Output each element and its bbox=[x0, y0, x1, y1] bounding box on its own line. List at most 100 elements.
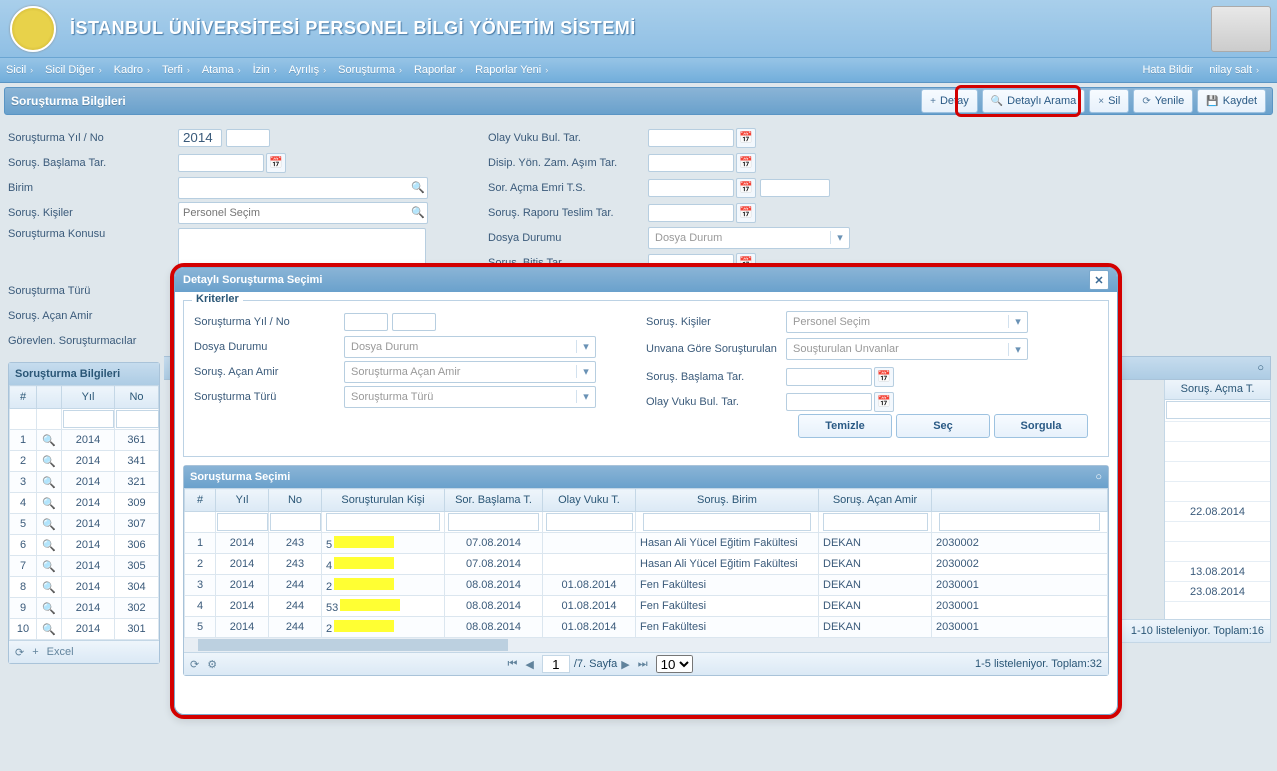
filter-kisi[interactable] bbox=[326, 513, 440, 531]
calendar-icon[interactable]: 📅 bbox=[266, 153, 286, 173]
soracma-date-input[interactable] bbox=[648, 179, 734, 197]
people-input[interactable] bbox=[179, 205, 409, 221]
menu-raporlar[interactable]: Raporlar› bbox=[414, 64, 469, 76]
table-row[interactable]: 10🔍2014301 bbox=[10, 619, 159, 640]
people-lookup[interactable]: 🔍 bbox=[178, 202, 428, 224]
row-search-icon[interactable]: 🔍 bbox=[37, 556, 62, 577]
page-size-select[interactable]: 10 bbox=[656, 655, 693, 673]
chevron-down-icon[interactable]: ▾ bbox=[830, 231, 849, 244]
modal-close-button[interactable]: ✕ bbox=[1089, 270, 1109, 290]
disip-date-input[interactable] bbox=[648, 154, 734, 172]
refresh-icon[interactable]: ⟳ bbox=[190, 658, 199, 671]
chevron-down-icon[interactable]: ▾ bbox=[576, 390, 595, 403]
menu-raporlar-yeni[interactable]: Raporlar Yeni› bbox=[475, 64, 554, 76]
row-search-icon[interactable]: 🔍 bbox=[37, 598, 62, 619]
modal-kisiler-combo[interactable]: Personel Seçim▾ bbox=[786, 311, 1028, 333]
refresh-icon[interactable]: ⟳ bbox=[15, 646, 24, 659]
modal-unvan-combo[interactable]: Souşturulan Unvanlar▾ bbox=[786, 338, 1028, 360]
plus-icon[interactable]: + bbox=[32, 646, 38, 658]
filter-birim[interactable] bbox=[643, 513, 811, 531]
chevron-down-icon[interactable]: ▾ bbox=[1008, 315, 1027, 328]
row-search-icon[interactable]: 🔍 bbox=[37, 493, 62, 514]
row-search-icon[interactable]: 🔍 bbox=[37, 577, 62, 598]
modal-type-combo[interactable]: Soruşturma Türü▾ bbox=[344, 386, 596, 408]
excel-export[interactable]: Excel bbox=[47, 646, 74, 658]
unit-input[interactable] bbox=[179, 180, 409, 196]
menu-sicil[interactable]: Sicil› bbox=[6, 64, 39, 76]
row-search-icon[interactable]: 🔍 bbox=[37, 430, 62, 451]
search-icon[interactable]: 🔍 bbox=[409, 206, 427, 219]
row-search-icon[interactable]: 🔍 bbox=[37, 535, 62, 556]
row-search-icon[interactable]: 🔍 bbox=[37, 472, 62, 493]
table-row[interactable]: 22014243407.08.2014Hasan Ali Yücel Eğiti… bbox=[185, 554, 1108, 575]
collapse-icon[interactable]: ○ bbox=[1095, 471, 1102, 483]
unit-lookup[interactable]: 🔍 bbox=[178, 177, 428, 199]
menu-kadro[interactable]: Kadro› bbox=[114, 64, 156, 76]
row-search-icon[interactable]: 🔍 bbox=[37, 514, 62, 535]
filter-soracma[interactable] bbox=[1166, 401, 1271, 419]
first-page-icon[interactable]: ⏮ bbox=[507, 658, 517, 671]
modal-dosya-combo[interactable]: Dosya Durum▾ bbox=[344, 336, 596, 358]
calendar-icon[interactable]: 📅 bbox=[874, 367, 894, 387]
menu-atama[interactable]: Atama› bbox=[202, 64, 247, 76]
row-search-icon[interactable]: 🔍 bbox=[37, 451, 62, 472]
clear-button[interactable]: Temizle bbox=[798, 414, 892, 438]
query-button[interactable]: Sorgula bbox=[994, 414, 1088, 438]
chevron-down-icon[interactable]: ▾ bbox=[1008, 343, 1027, 356]
filter-yil[interactable] bbox=[63, 410, 114, 428]
table-row[interactable]: 8🔍2014304 bbox=[10, 577, 159, 598]
teslim-date-input[interactable] bbox=[648, 204, 734, 222]
year-input[interactable] bbox=[178, 129, 222, 147]
modal-amir-combo[interactable]: Soruşturma Açan Amir▾ bbox=[344, 361, 596, 383]
filter-code[interactable] bbox=[939, 513, 1101, 531]
filter-olay[interactable] bbox=[546, 513, 633, 531]
next-page-icon[interactable]: ▶ bbox=[621, 658, 629, 671]
table-row[interactable]: 4🔍2014309 bbox=[10, 493, 159, 514]
search-icon[interactable]: 🔍 bbox=[409, 181, 427, 194]
menu-sorusturma[interactable]: Soruşturma› bbox=[338, 64, 408, 76]
chevron-down-icon[interactable]: ▾ bbox=[576, 365, 595, 378]
report-bug-link[interactable]: Hata Bildir bbox=[1142, 64, 1193, 76]
start-date-input[interactable] bbox=[178, 154, 264, 172]
table-row[interactable]: 3🔍2014321 bbox=[10, 472, 159, 493]
table-row[interactable]: 2🔍2014341 bbox=[10, 451, 159, 472]
menu-izin[interactable]: İzin› bbox=[253, 64, 283, 76]
modal-start-date-input[interactable] bbox=[786, 368, 872, 386]
page-input[interactable] bbox=[542, 655, 570, 673]
filter-no[interactable] bbox=[116, 410, 159, 428]
chevron-down-icon[interactable]: ▾ bbox=[576, 340, 595, 353]
advanced-search-button[interactable]: 🔍Detaylı Arama bbox=[982, 89, 1086, 113]
table-row[interactable]: 12014243507.08.2014Hasan Ali Yücel Eğiti… bbox=[185, 533, 1108, 554]
table-row[interactable]: 9🔍2014302 bbox=[10, 598, 159, 619]
refresh-button[interactable]: ⟳Yenile bbox=[1133, 89, 1193, 113]
table-row[interactable]: 6🔍2014306 bbox=[10, 535, 159, 556]
table-row[interactable]: 420142445308.08.201401.08.2014Fen Fakült… bbox=[185, 596, 1108, 617]
modal-event-date-input[interactable] bbox=[786, 393, 872, 411]
delete-button[interactable]: ×Sil bbox=[1089, 89, 1129, 113]
calendar-icon[interactable]: 📅 bbox=[736, 153, 756, 173]
detail-button[interactable]: +Detay bbox=[921, 89, 978, 113]
event-date-input[interactable] bbox=[648, 129, 734, 147]
table-row[interactable]: 32014244208.08.201401.08.2014Fen Fakülte… bbox=[185, 575, 1108, 596]
user-menu[interactable]: nilay salt› bbox=[1209, 64, 1265, 76]
filter-bas[interactable] bbox=[448, 513, 540, 531]
last-page-icon[interactable]: ⏭ bbox=[638, 658, 648, 671]
menu-terfi[interactable]: Terfi› bbox=[162, 64, 196, 76]
prev-page-icon[interactable]: ◀ bbox=[525, 658, 533, 671]
no-input[interactable] bbox=[226, 129, 270, 147]
table-row[interactable]: 5🔍2014307 bbox=[10, 514, 159, 535]
table-row[interactable]: 52014244208.08.201401.08.2014Fen Fakülte… bbox=[185, 617, 1108, 638]
settings-icon[interactable]: ⚙ bbox=[207, 658, 217, 671]
calendar-icon[interactable]: 📅 bbox=[736, 203, 756, 223]
collapse-icon[interactable]: ○ bbox=[1257, 362, 1264, 374]
calendar-icon[interactable]: 📅 bbox=[736, 128, 756, 148]
select-button[interactable]: Seç bbox=[896, 414, 990, 438]
table-row[interactable]: 7🔍2014305 bbox=[10, 556, 159, 577]
table-row[interactable]: 1🔍2014361 bbox=[10, 430, 159, 451]
dosya-combo[interactable]: Dosya Durum▾ bbox=[648, 227, 850, 249]
filter-amir[interactable] bbox=[823, 513, 928, 531]
soracma-no-input[interactable] bbox=[760, 179, 830, 197]
save-button[interactable]: 💾Kaydet bbox=[1197, 89, 1266, 113]
menu-ayrilis[interactable]: Ayrılış› bbox=[289, 64, 332, 76]
modal-year-input[interactable] bbox=[344, 313, 388, 331]
